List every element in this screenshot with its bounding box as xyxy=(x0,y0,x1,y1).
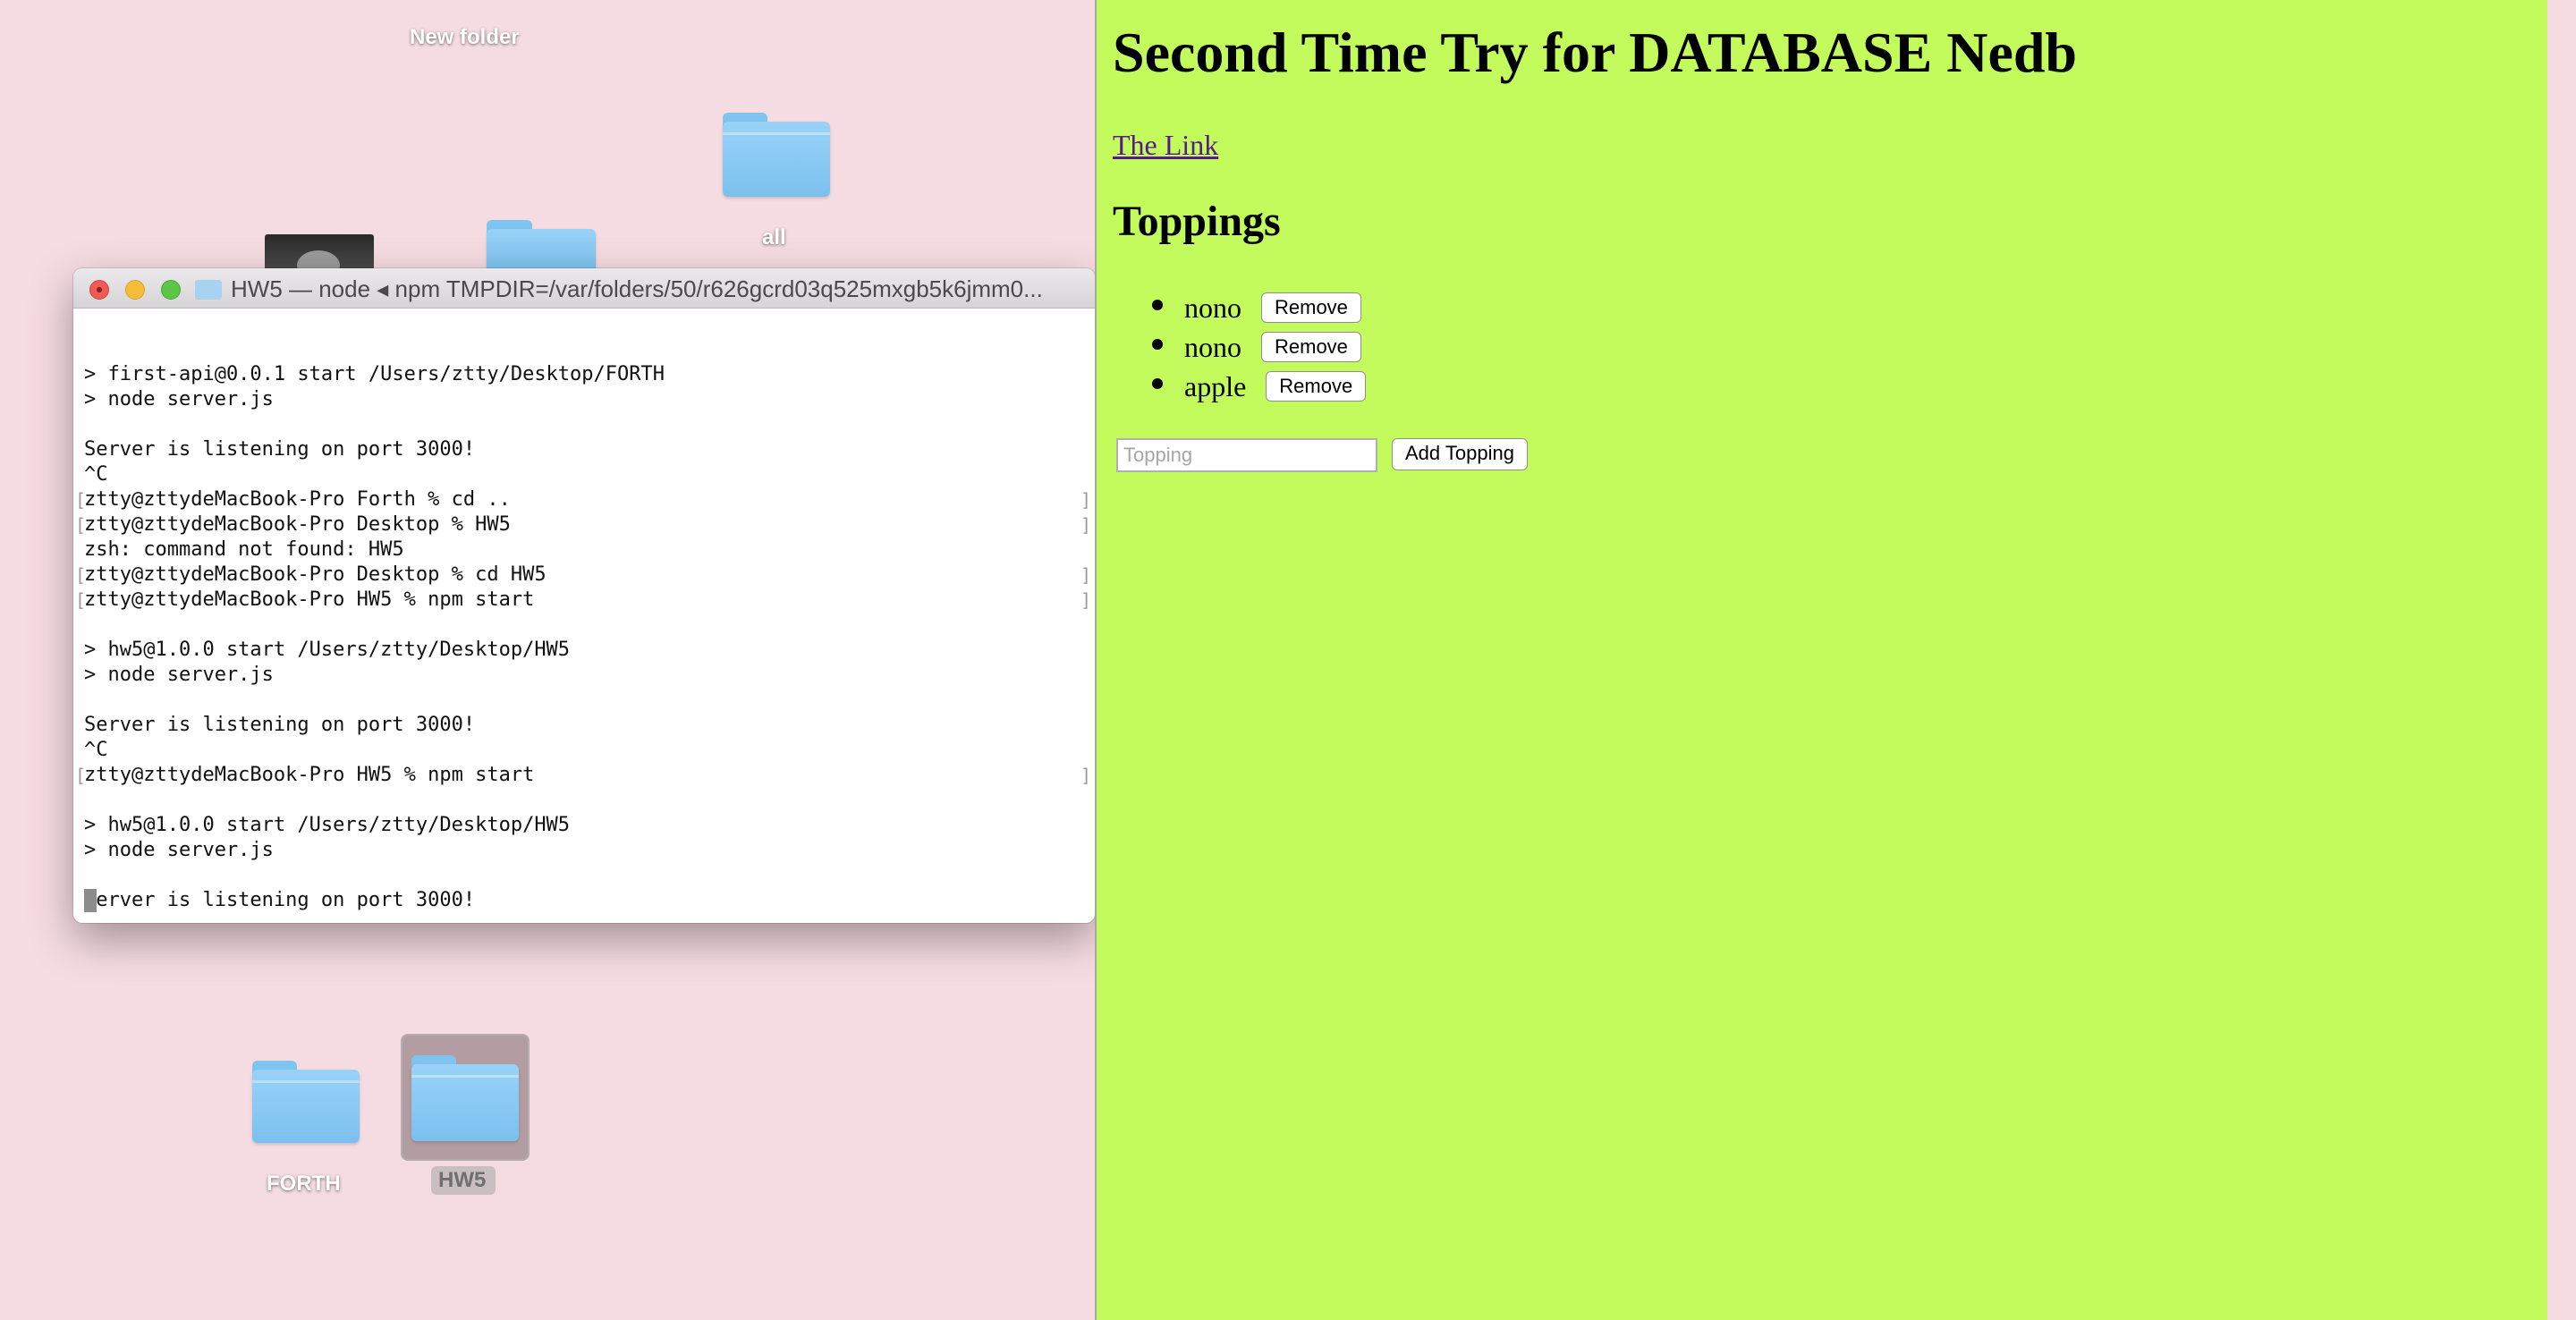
terminal-line: ztty@zttydeMacBook-Pro Forth % cd ..[] xyxy=(75,488,1091,511)
terminal-line: ^C xyxy=(84,739,108,761)
bullet-icon xyxy=(1152,378,1163,389)
folder-forth-label[interactable]: FORTH xyxy=(267,1172,341,1197)
folder-all-label[interactable]: all xyxy=(762,225,786,250)
mark-left-icon: [ xyxy=(75,489,87,511)
bullet-icon xyxy=(1152,300,1163,310)
terminal-line: Server is listening on port 3000! xyxy=(84,714,476,736)
terminal-cursor xyxy=(84,889,97,912)
toppings-list: nono Remove nono Remove apple Remove xyxy=(1097,284,1367,402)
terminal-line: ztty@zttydeMacBook-Pro HW5 % npm start[] xyxy=(75,588,1091,611)
topping-name: apple xyxy=(1184,369,1247,402)
terminal-lines: > first-api@0.0.1 start /Users/ztty/Desk… xyxy=(75,337,1095,913)
desktop: New folder all FORTH HW5 HW5 — node ◂ np… xyxy=(0,0,2576,1320)
folder-hw5-label[interactable]: HW5 xyxy=(438,1168,486,1193)
folder-hidden-icon[interactable] xyxy=(487,220,596,274)
the-link[interactable]: The Link xyxy=(1113,129,1218,162)
terminal-line: ztty@zttydeMacBook-Pro Desktop % HW5[] xyxy=(75,513,1091,536)
remove-button[interactable]: Remove xyxy=(1266,370,1367,402)
terminal-title: HW5 — node ◂ npm TMPDIR=/var/folders/50/… xyxy=(231,275,1043,302)
folder-forth-icon[interactable] xyxy=(252,1061,360,1143)
minimize-window-button[interactable] xyxy=(125,280,145,300)
mark-left-icon: [ xyxy=(75,514,87,536)
mark-right-icon: ] xyxy=(1080,589,1091,611)
terminal-line: ztty@zttydeMacBook-Pro Desktop % cd HW5[… xyxy=(75,563,1091,586)
mark-right-icon: ] xyxy=(1080,514,1091,536)
mark-right-icon: ] xyxy=(1080,489,1091,511)
terminal-window[interactable]: HW5 — node ◂ npm TMPDIR=/var/folders/50/… xyxy=(73,268,1095,923)
desktop-right-edge xyxy=(2547,0,2576,1320)
topping-item: nono Remove xyxy=(1097,324,1366,363)
mark-right-icon: ] xyxy=(1080,765,1091,786)
mark-left-icon: [ xyxy=(75,589,87,611)
terminal-line: > node server.js xyxy=(84,664,274,686)
terminal-line: > node server.js xyxy=(84,388,274,410)
terminal-line: > hw5@1.0.0 start /Users/ztty/Desktop/HW… xyxy=(84,639,571,661)
toppings-heading: Toppings xyxy=(1113,198,1281,245)
topping-name: nono xyxy=(1184,291,1241,324)
topping-item: apple Remove xyxy=(1097,363,1367,402)
folder-hw5-icon[interactable] xyxy=(411,1055,519,1141)
terminal-line: > first-api@0.0.1 start /Users/ztty/Desk… xyxy=(84,363,665,385)
mark-left-icon: [ xyxy=(75,765,87,786)
terminal-line: > node server.js xyxy=(84,839,274,861)
mark-left-icon: [ xyxy=(75,564,87,586)
bullet-icon xyxy=(1152,339,1163,350)
terminal-output[interactable]: > first-api@0.0.1 start /Users/ztty/Desk… xyxy=(73,309,1095,923)
remove-button[interactable]: Remove xyxy=(1261,292,1361,323)
mark-right-icon: ] xyxy=(1080,564,1091,586)
new-folder-label[interactable]: New folder xyxy=(410,25,520,50)
topping-item: nono Remove xyxy=(1097,284,1366,324)
close-window-button[interactable] xyxy=(89,280,109,300)
browser-page: Second Time Try for DATABASE Nedb The Li… xyxy=(1095,0,2549,1320)
terminal-line: > hw5@1.0.0 start /Users/ztty/Desktop/HW… xyxy=(84,814,571,836)
terminal-line: Server is listening on port 3000! xyxy=(84,438,476,461)
folder-icon xyxy=(195,280,222,300)
page-title: Second Time Try for DATABASE Nedb xyxy=(1113,21,2078,84)
terminal-titlebar[interactable]: HW5 — node ◂ npm TMPDIR=/var/folders/50/… xyxy=(73,268,1095,309)
terminal-line: ^C xyxy=(84,463,108,486)
terminal-line: Server is listening on port 3000! xyxy=(84,889,476,911)
terminal-line: ztty@zttydeMacBook-Pro HW5 % npm start[] xyxy=(75,764,1091,786)
remove-button[interactable]: Remove xyxy=(1261,331,1361,362)
terminal-line: zsh: command not found: HW5 xyxy=(84,538,404,561)
topping-input[interactable] xyxy=(1116,438,1377,472)
maximize-window-button[interactable] xyxy=(161,280,181,300)
topping-name: nono xyxy=(1184,330,1241,363)
folder-all-icon[interactable] xyxy=(723,113,830,197)
add-topping-button[interactable]: Add Topping xyxy=(1392,438,1528,470)
